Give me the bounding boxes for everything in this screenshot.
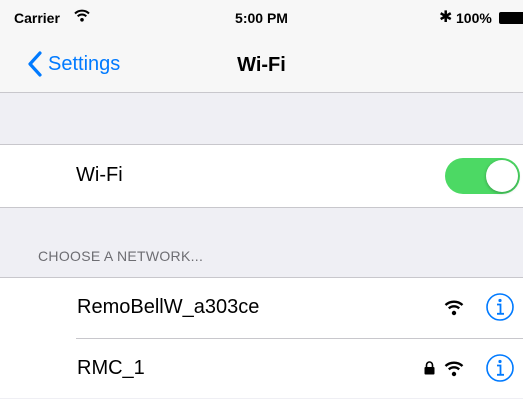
info-icon[interactable] (485, 353, 515, 388)
network-row[interactable]: RemoBellW_a303ce (0, 278, 523, 339)
lock-icon (424, 361, 435, 380)
wifi-toggle-row: Wi-Fi (0, 144, 523, 208)
toggle-knob (486, 160, 518, 192)
wifi-toggle-switch[interactable] (445, 158, 520, 194)
wifi-toggle-label: Wi-Fi (76, 164, 123, 186)
network-name: RemoBellW_a303ce (77, 296, 260, 318)
page-title: Wi-Fi (237, 54, 286, 76)
section-header-choose-network: CHOOSE A NETWORK... (38, 248, 204, 264)
wifi-signal-icon (444, 360, 464, 382)
network-list: RemoBellW_a303ce RMC_1 (0, 277, 523, 398)
battery-percentage: 100% (456, 10, 492, 26)
network-name: RMC_1 (77, 357, 145, 379)
network-row[interactable]: RMC_1 (0, 339, 523, 399)
wifi-signal-icon (444, 299, 464, 321)
navigation-bar: Settings Wi-Fi (0, 38, 523, 93)
bluetooth-icon: ✱ (439, 9, 453, 26)
info-icon[interactable] (485, 292, 515, 327)
battery-icon (499, 12, 523, 24)
status-bar: Carrier 5:00 PM ✱ 100% (0, 0, 523, 38)
